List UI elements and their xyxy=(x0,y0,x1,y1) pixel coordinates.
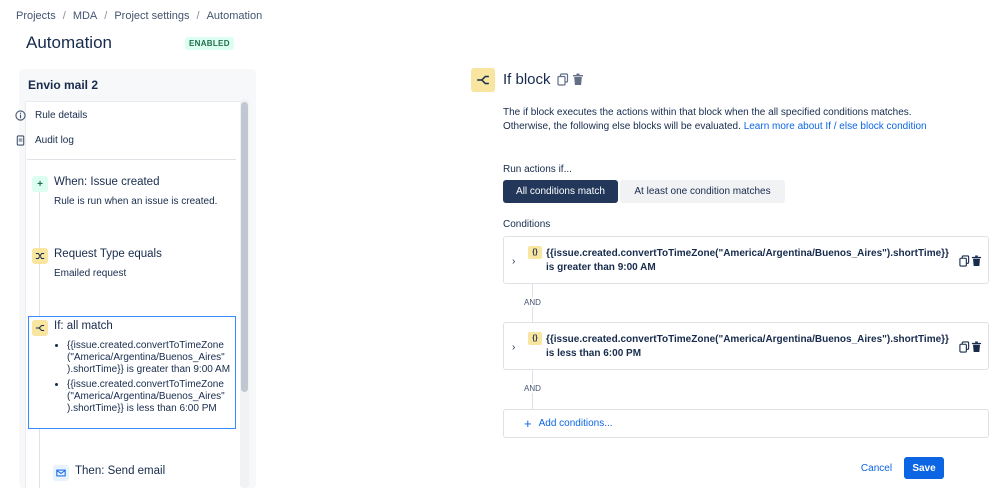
info-icon xyxy=(15,110,26,121)
step-action-title[interactable]: Then: Send email xyxy=(75,465,165,477)
step-if-title: If: all match xyxy=(54,320,113,332)
block-title: If block xyxy=(503,71,551,88)
copy-icon[interactable] xyxy=(557,73,569,91)
mail-icon xyxy=(53,465,69,481)
plus-icon: + xyxy=(524,415,532,431)
add-conditions-label: Add conditions... xyxy=(538,418,613,429)
status-badge: ENABLED xyxy=(185,37,234,50)
trash-icon[interactable] xyxy=(572,73,584,91)
trash-icon[interactable] xyxy=(971,254,982,272)
step-trigger-title[interactable]: When: Issue created xyxy=(54,176,159,188)
smart-value-icon: {} xyxy=(528,246,542,259)
audit-log-item[interactable]: Audit log xyxy=(15,135,74,146)
condition-expression: {{issue.created.convertToTimeZone("Ameri… xyxy=(546,248,949,259)
block-title-actions xyxy=(557,73,584,91)
breadcrumb-separator: / xyxy=(62,10,66,22)
and-label: AND xyxy=(522,384,543,393)
at-least-one-condition-option[interactable]: At least one condition matches xyxy=(620,180,785,203)
if-block-card[interactable]: If: all match {{issue.created.convertToT… xyxy=(28,316,236,429)
list-item: {{issue.created.convertToTimeZone ("Amer… xyxy=(67,379,234,415)
rule-name: Envio mail 2 xyxy=(28,78,99,92)
branch-icon xyxy=(32,320,48,336)
document-icon xyxy=(15,135,26,146)
cancel-button[interactable]: Cancel xyxy=(854,457,899,479)
breadcrumb-project-settings[interactable]: Project settings xyxy=(114,10,189,22)
page-title: Automation xyxy=(26,33,112,52)
all-conditions-match-option[interactable]: All conditions match xyxy=(503,180,618,203)
if-conditions-list: {{issue.created.convertToTimeZone ("Amer… xyxy=(54,340,234,418)
condition-expression: {{issue.created.convertToTimeZone("Ameri… xyxy=(546,334,949,345)
condition-operator: is greater than 9:00 AM xyxy=(546,262,656,273)
copy-icon[interactable] xyxy=(959,254,970,272)
trash-icon[interactable] xyxy=(971,340,982,358)
condition-actions xyxy=(959,254,982,272)
step-condition-title[interactable]: Request Type equals xyxy=(54,248,162,260)
condition-card[interactable]: › {} {{issue.created.convertToTimeZone("… xyxy=(503,322,989,370)
conditions-label: Conditions xyxy=(503,219,551,230)
breadcrumb-automation[interactable]: Automation xyxy=(207,10,263,22)
add-conditions-button[interactable]: + Add conditions... xyxy=(503,409,989,438)
shuffle-icon xyxy=(32,248,48,264)
block-description: The if block executes the actions within… xyxy=(503,106,953,134)
run-actions-label: Run actions if... xyxy=(503,164,572,175)
save-button[interactable]: Save xyxy=(904,457,944,479)
smart-value-icon: {} xyxy=(528,332,542,345)
breadcrumb: Projects / MDA / Project settings / Auto… xyxy=(16,10,262,22)
condition-operator: is less than 6:00 PM xyxy=(546,348,642,359)
list-item: {{issue.created.convertToTimeZone ("Amer… xyxy=(67,340,234,376)
audit-log-label: Audit log xyxy=(35,135,74,146)
and-label: AND xyxy=(522,298,543,307)
breadcrumb-mda[interactable]: MDA xyxy=(73,10,97,22)
chevron-right-icon[interactable]: › xyxy=(512,342,515,353)
breadcrumb-separator: / xyxy=(104,10,108,22)
plus-icon: + xyxy=(32,176,48,192)
rule-details-item[interactable]: Rule details xyxy=(15,110,87,121)
condition-actions xyxy=(959,340,982,358)
condition-card[interactable]: › {} {{issue.created.convertToTimeZone("… xyxy=(503,236,989,284)
rule-details-label: Rule details xyxy=(35,110,88,121)
breadcrumb-projects[interactable]: Projects xyxy=(16,10,56,22)
chevron-right-icon[interactable]: › xyxy=(512,256,515,267)
breadcrumb-separator: / xyxy=(196,10,200,22)
branch-icon xyxy=(471,68,495,92)
scrollbar-thumb[interactable] xyxy=(241,102,248,392)
step-condition-subtitle: Emailed request xyxy=(54,268,127,279)
divider xyxy=(27,159,236,160)
copy-icon[interactable] xyxy=(959,340,970,358)
learn-more-link[interactable]: Learn more about If / else block conditi… xyxy=(744,121,927,132)
step-trigger-subtitle: Rule is run when an issue is created. xyxy=(54,196,218,207)
